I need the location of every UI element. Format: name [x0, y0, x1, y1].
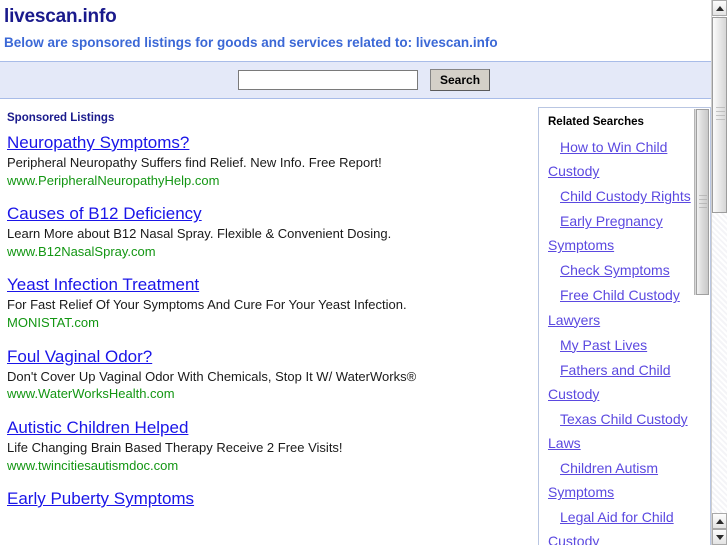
scrollbar-grip-icon [716, 107, 725, 123]
scrollbar-up-button-bottom[interactable] [712, 513, 727, 529]
ad-description: For Fast Relief Of Your Symptoms And Cur… [7, 297, 407, 313]
page-scrollbar[interactable] [711, 0, 727, 545]
scroll-up-arrow-icon [715, 5, 724, 11]
related-search-item: Early Pregnancy Symptoms [548, 209, 696, 257]
related-search-link[interactable]: How to Win Child Custody [548, 139, 667, 179]
ad-title-link[interactable]: Yeast Infection Treatment [7, 275, 199, 294]
related-search-item: Legal Aid for Child Custody [548, 505, 696, 545]
related-search-link[interactable]: Early Pregnancy Symptoms [548, 213, 663, 253]
sponsored-ad: Early Puberty Symptoms [7, 489, 538, 508]
related-search-link[interactable]: Check Symptoms [548, 262, 670, 278]
scrollbar-down-button[interactable] [712, 529, 727, 545]
ad-display-url: www.B12NasalSpray.com [7, 243, 156, 259]
ad-title-link[interactable]: Autistic Children Helped [7, 418, 188, 437]
sidebar-scrollbar-thumb[interactable] [696, 109, 709, 295]
ad-description: Life Changing Brain Based Therapy Receiv… [7, 439, 343, 455]
sidebar-scrollbar[interactable] [694, 109, 709, 295]
related-search-link[interactable]: Children Autism Symptoms [548, 460, 658, 500]
search-button[interactable]: Search [430, 69, 491, 91]
ad-title-link[interactable]: Causes of B12 Deficiency [7, 204, 202, 223]
page-scrollbar-thumb[interactable] [712, 17, 727, 213]
ad-display-url: www.WaterWorksHealth.com [7, 386, 175, 402]
ad-display-url: MONISTAT.com [7, 315, 99, 331]
ad-description: Don't Cover Up Vaginal Odor With Chemica… [7, 368, 417, 384]
ads-container: Neuropathy Symptoms? Peripheral Neuropath… [5, 133, 538, 508]
related-search-link[interactable]: Free Child Custody Lawyers [548, 287, 680, 327]
related-search-item: Child Custody Rights [548, 184, 696, 208]
sponsored-listings-column: Sponsored Listings Neuropathy Symptoms? P… [0, 99, 538, 524]
sponsored-ad: Autistic Children Helped Life Changing Br… [7, 418, 538, 473]
scroll-down-arrow-icon [715, 534, 724, 540]
page-header: livescan.info Below are sponsored listin… [0, 0, 711, 50]
search-input[interactable] [238, 70, 418, 90]
related-search-item: Check Symptoms [548, 258, 696, 282]
related-search-link[interactable]: Fathers and Child Custody [548, 362, 671, 402]
related-search-item: Free Child Custody Lawyers [548, 283, 696, 331]
related-search-link[interactable]: Child Custody Rights [548, 188, 691, 204]
related-search-link[interactable]: My Past Lives [548, 337, 647, 353]
browser-viewport: livescan.info Below are sponsored listin… [0, 0, 711, 545]
ad-display-url: www.twincitiesautismdoc.com [7, 457, 179, 473]
related-search-item: My Past Lives [548, 333, 696, 357]
related-search-item: How to Win Child Custody [548, 135, 696, 183]
sponsored-listings-label: Sponsored Listings [7, 112, 115, 124]
related-search-link[interactable]: Texas Child Custody Laws [548, 411, 688, 451]
scroll-up-arrow-icon [715, 518, 724, 524]
ad-title-link[interactable]: Foul Vaginal Odor? [7, 347, 152, 366]
page-root: livescan.info Below are sponsored listin… [0, 0, 727, 545]
ad-description: Learn More about B12 Nasal Spray. Flexib… [7, 226, 392, 242]
main-content: Sponsored Listings Neuropathy Symptoms? P… [0, 99, 711, 545]
scrollbar-up-button-top[interactable] [712, 0, 727, 16]
related-search-item: Children Autism Symptoms [548, 456, 696, 504]
page-title: livescan.info [4, 6, 117, 27]
page-tagline: Below are sponsored listings for goods a… [4, 35, 498, 50]
sponsored-ad: Foul Vaginal Odor? Don't Cover Up Vaginal… [7, 347, 538, 402]
ad-title-link[interactable]: Early Puberty Symptoms [7, 489, 194, 508]
ad-description: Peripheral Neuropathy Suffers find Relie… [7, 155, 382, 171]
related-searches-title: Related Searches [548, 116, 644, 128]
related-searches-box: Related Searches How to Win Child Custod… [538, 107, 711, 545]
related-searches-column: Related Searches How to Win Child Custod… [538, 99, 711, 545]
sponsored-ad: Neuropathy Symptoms? Peripheral Neuropath… [7, 133, 538, 188]
search-bar: Search [0, 61, 711, 99]
ad-display-url: www.PeripheralNeuropathyHelp.com [7, 172, 220, 188]
scrollbar-grip-icon [699, 195, 707, 209]
sponsored-ad: Yeast Infection Treatment For Fast Relief… [7, 275, 538, 330]
related-search-item: Fathers and Child Custody [548, 358, 696, 406]
sponsored-ad: Causes of B12 Deficiency Learn More about… [7, 204, 538, 259]
ad-title-link[interactable]: Neuropathy Symptoms? [7, 133, 189, 152]
related-search-item: Texas Child Custody Laws [548, 407, 696, 455]
related-search-link[interactable]: Legal Aid for Child Custody [548, 509, 674, 545]
related-searches-list: How to Win Child Custody Child Custody Ri… [548, 135, 696, 545]
